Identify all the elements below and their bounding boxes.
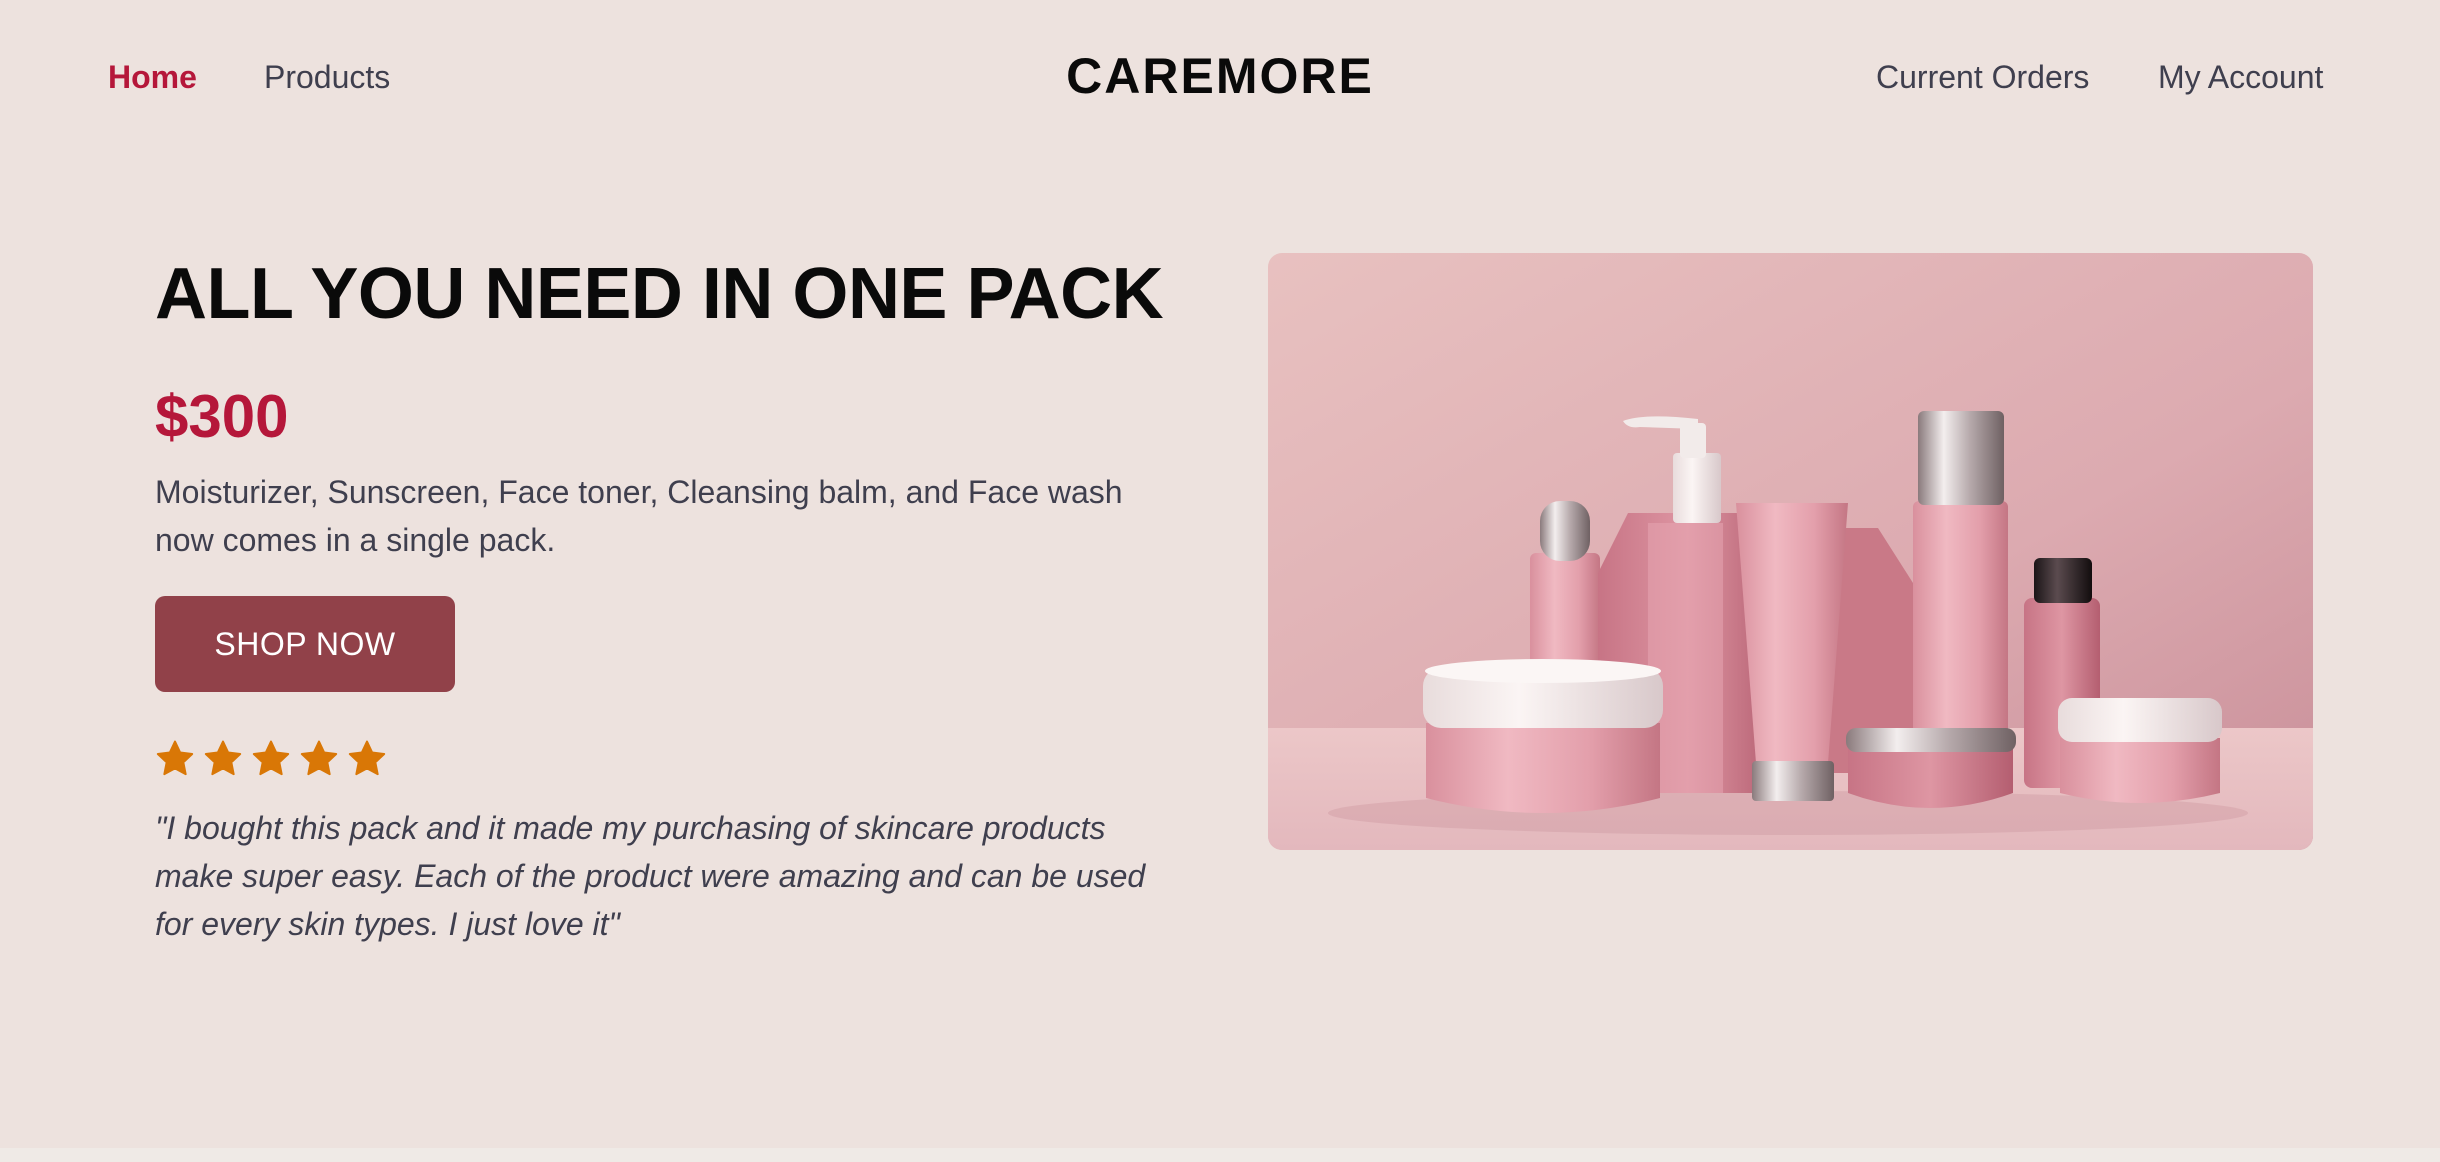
nav-link-current-orders[interactable]: Current Orders [1876,52,2089,102]
star-icon [252,740,290,776]
hero-title: ALL YOU NEED IN ONE PACK [155,254,1164,334]
product-price: $300 [155,383,289,450]
rating-stars [155,738,387,782]
star-icon [156,740,194,776]
brand-name[interactable]: CAREMORE [1066,46,1374,106]
star-icon [204,740,242,776]
product-pack-image [1268,253,2313,850]
star-icon [300,740,338,776]
nav-link-my-account[interactable]: My Account [2158,52,2323,102]
page: Home Products CAREMORE Current Orders My… [0,0,2440,1148]
star-icon [348,740,386,776]
top-nav: Home Products CAREMORE Current Orders My… [0,0,2440,155]
product-description: Moisturizer, Sunscreen, Face toner, Clea… [155,474,1123,558]
shop-now-button[interactable]: SHOP NOW [155,596,455,692]
customer-review: "I bought this pack and it made my purch… [155,810,1146,942]
